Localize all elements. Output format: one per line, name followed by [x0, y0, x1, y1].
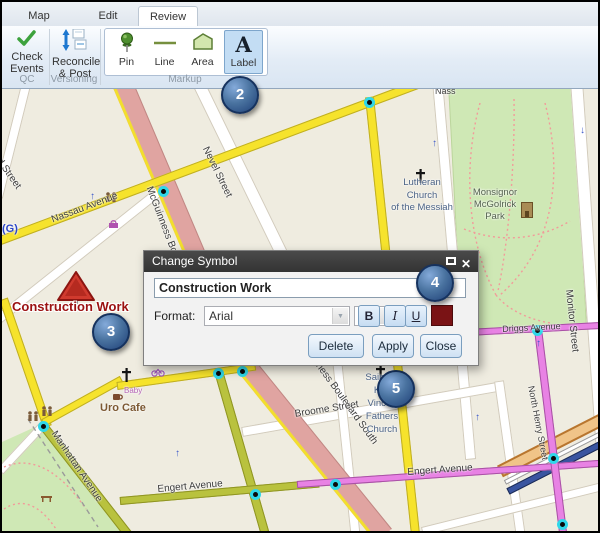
park-line2: McGolrick: [464, 199, 526, 211]
close-icon[interactable]: ✕: [460, 254, 472, 275]
baby-store-label: Baby: [124, 386, 142, 395]
saint-line4: Fathers: [338, 410, 426, 423]
line-label: Line: [146, 56, 183, 68]
node-dot[interactable]: [213, 368, 224, 379]
versioning-group-label: Versioning: [50, 74, 98, 85]
lutheran-line1: Lutheran: [380, 177, 464, 190]
app-window: Map Edit Review Check Events QC Rec: [2, 2, 598, 531]
line-icon: [153, 32, 177, 56]
basket-icon: [108, 219, 119, 229]
callout-step-4: 4: [416, 264, 454, 302]
pin-icon: [119, 32, 135, 56]
area-label: Area: [184, 56, 221, 68]
callout-step-3: 3: [92, 313, 130, 351]
lutheran-line3: of the Messiah: [380, 202, 464, 215]
delete-button[interactable]: Delete: [308, 334, 364, 358]
people-icon: [26, 411, 40, 421]
bicycle-icon: [151, 368, 165, 377]
font-family-select[interactable]: Arial ▼: [204, 306, 350, 326]
node-dot[interactable]: [364, 97, 375, 108]
node-dot[interactable]: [38, 421, 49, 432]
label-tool-button[interactable]: A Label: [224, 30, 263, 74]
underline-button[interactable]: U: [405, 305, 427, 327]
uro-cafe-label: Uro Cafe: [100, 402, 146, 414]
tab-map[interactable]: Map: [17, 6, 61, 26]
pin-label: Pin: [108, 56, 145, 68]
callout-step-5: 5: [377, 370, 415, 408]
pin-tool-button[interactable]: Pin: [108, 30, 145, 72]
color-swatch[interactable]: [431, 305, 453, 326]
lutheran-church-label: Lutheran Church of the Messiah: [380, 177, 464, 215]
format-label: Format:: [154, 306, 195, 326]
park-line3: Park: [464, 211, 526, 223]
construction-work-label[interactable]: Construction Work: [12, 299, 129, 314]
node-dot[interactable]: [330, 479, 341, 490]
check-icon: [17, 30, 37, 46]
node-dot[interactable]: [250, 489, 261, 500]
area-tool-button[interactable]: Area: [184, 30, 221, 72]
node-dot[interactable]: [557, 519, 568, 530]
bench-icon: [40, 493, 54, 502]
qc-group-label: QC: [7, 74, 47, 85]
oneway-arrow-icon: ↓: [580, 126, 585, 136]
street-label-driggs: Driggs Avenue: [502, 321, 561, 334]
line-tool-button[interactable]: Line: [146, 30, 183, 72]
bold-button[interactable]: B: [358, 305, 380, 327]
tab-edit[interactable]: Edit: [86, 6, 130, 26]
oneway-arrow-icon: ↑: [432, 139, 437, 149]
ribbon: Check Events QC Reconcile & Post Version…: [2, 26, 598, 89]
label-label: Label: [225, 57, 262, 69]
tab-review[interactable]: Review: [138, 6, 198, 27]
church-cross-icon: [121, 368, 132, 382]
people-icon: [40, 406, 54, 416]
close-button[interactable]: Close: [420, 334, 462, 358]
node-dot[interactable]: [237, 366, 248, 377]
reconcile-post-button[interactable]: Reconcile & Post: [52, 28, 98, 80]
ribbon-separator: [100, 29, 101, 85]
dialog-title: Change Symbol: [152, 254, 237, 268]
node-dot[interactable]: [158, 186, 169, 197]
italic-button[interactable]: I: [384, 305, 406, 327]
markup-panel: Pin Line Area A Label: [104, 28, 268, 76]
reconcile-icon: [62, 29, 88, 51]
oneway-arrow-icon: ↑: [175, 449, 180, 459]
park-line1: Monsignor: [464, 187, 526, 199]
ribbon-tab-row: Map Edit Review: [2, 2, 598, 26]
mcgolrick-park-label: Monsignor McGolrick Park: [464, 187, 526, 223]
subway-g-label: (G): [2, 223, 18, 235]
lutheran-line2: Church: [380, 190, 464, 203]
saint-line5: Church: [338, 423, 426, 436]
check-events-button[interactable]: Check Events: [7, 28, 47, 75]
maximize-icon[interactable]: [446, 257, 456, 265]
oneway-arrow-icon: ↑: [536, 339, 541, 349]
label-icon: A: [225, 33, 262, 57]
chevron-down-icon[interactable]: ▼: [332, 308, 348, 324]
check-events-label: Check Events: [7, 51, 47, 75]
street-label-nassau-top: Nass: [435, 89, 456, 96]
area-icon: [191, 32, 215, 56]
font-family-value: Arial: [209, 309, 233, 323]
coffee-cup-icon: [112, 392, 124, 402]
screenshot-frame: Map Edit Review Check Events QC Rec: [0, 0, 600, 533]
oneway-arrow-icon: ↑: [475, 413, 480, 423]
callout-step-2: 2: [221, 76, 259, 114]
apply-button[interactable]: Apply: [372, 334, 414, 358]
